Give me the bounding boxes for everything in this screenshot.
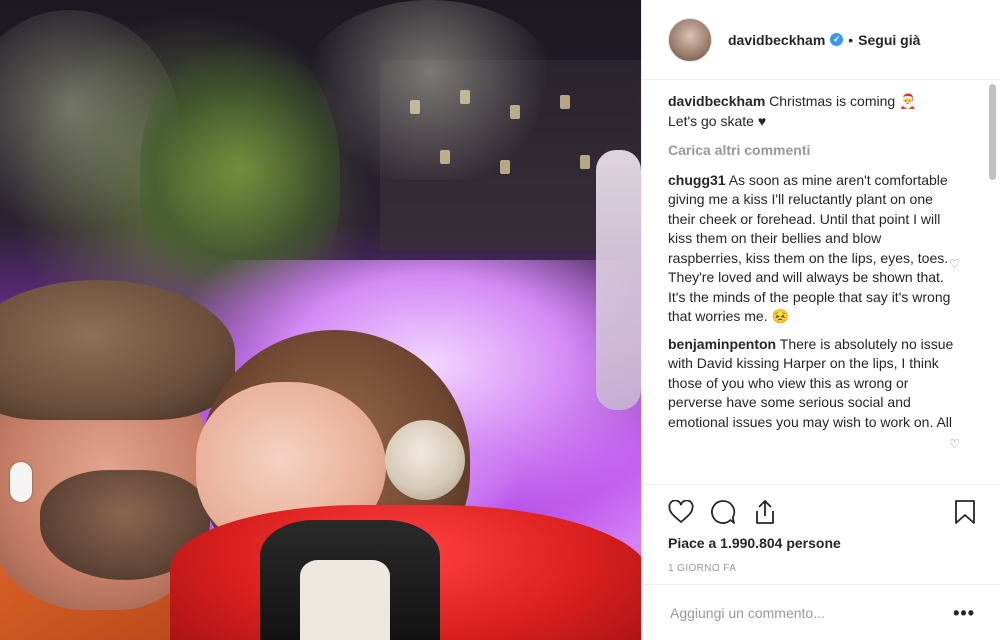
action-bar <box>642 484 1000 540</box>
caption-username[interactable]: davidbeckham <box>668 93 765 109</box>
post-side-panel: davidbeckham ✓ • Segui già davidbeckham … <box>641 0 1000 640</box>
bookmark-icon[interactable] <box>950 497 980 527</box>
comment-like-heart-icon[interactable]: ♡ <box>949 257 960 271</box>
post-header: davidbeckham ✓ • Segui già <box>642 0 1000 80</box>
white-shirt <box>300 560 390 640</box>
avatar[interactable] <box>668 17 712 62</box>
post-photo[interactable] <box>0 0 641 640</box>
caption-text-line2: Let's go skate ♥ <box>668 112 767 129</box>
verified-badge-icon: ✓ <box>830 33 844 46</box>
caption-text: Christmas is coming 🎅 <box>769 93 917 109</box>
comment-username[interactable]: chugg31 <box>668 172 726 188</box>
heart-icon[interactable] <box>666 497 696 527</box>
post-timestamp[interactable]: 1 GIORNO FA <box>668 563 736 574</box>
follow-status-button[interactable]: Segui già <box>858 32 920 48</box>
comment-text: As soon as mine aren't comfortable givin… <box>668 171 951 325</box>
comments-scrollbar[interactable] <box>989 82 997 484</box>
earmuff <box>385 420 465 500</box>
more-options-icon[interactable]: ••• <box>953 603 975 624</box>
comments-list: davidbeckham Christmas is coming 🎅 Let's… <box>668 92 958 484</box>
comment-like-heart-icon[interactable]: ♡ <box>949 437 960 451</box>
caption: davidbeckham Christmas is coming 🎅 Let's… <box>668 92 958 131</box>
comment-item: benjaminpenton There is absolutely no is… <box>668 335 958 433</box>
separator-dot: • <box>848 31 854 48</box>
comment-bubble-icon[interactable] <box>708 497 738 527</box>
share-icon[interactable] <box>750 497 780 527</box>
snowman <box>596 150 641 410</box>
likes-count[interactable]: Piace a 1.990.804 persone <box>668 535 841 551</box>
header-username[interactable]: davidbeckham <box>728 32 825 48</box>
comment-item: chugg31 As soon as mine aren't comfortab… <box>668 171 958 327</box>
earbud <box>10 462 32 502</box>
load-more-comments-link[interactable]: Carica altri commenti <box>668 141 958 161</box>
add-comment-bar: ••• <box>642 584 1000 640</box>
scrollbar-thumb[interactable] <box>989 84 996 180</box>
add-comment-input[interactable] <box>668 603 932 622</box>
comment-username[interactable]: benjaminpenton <box>668 336 776 352</box>
